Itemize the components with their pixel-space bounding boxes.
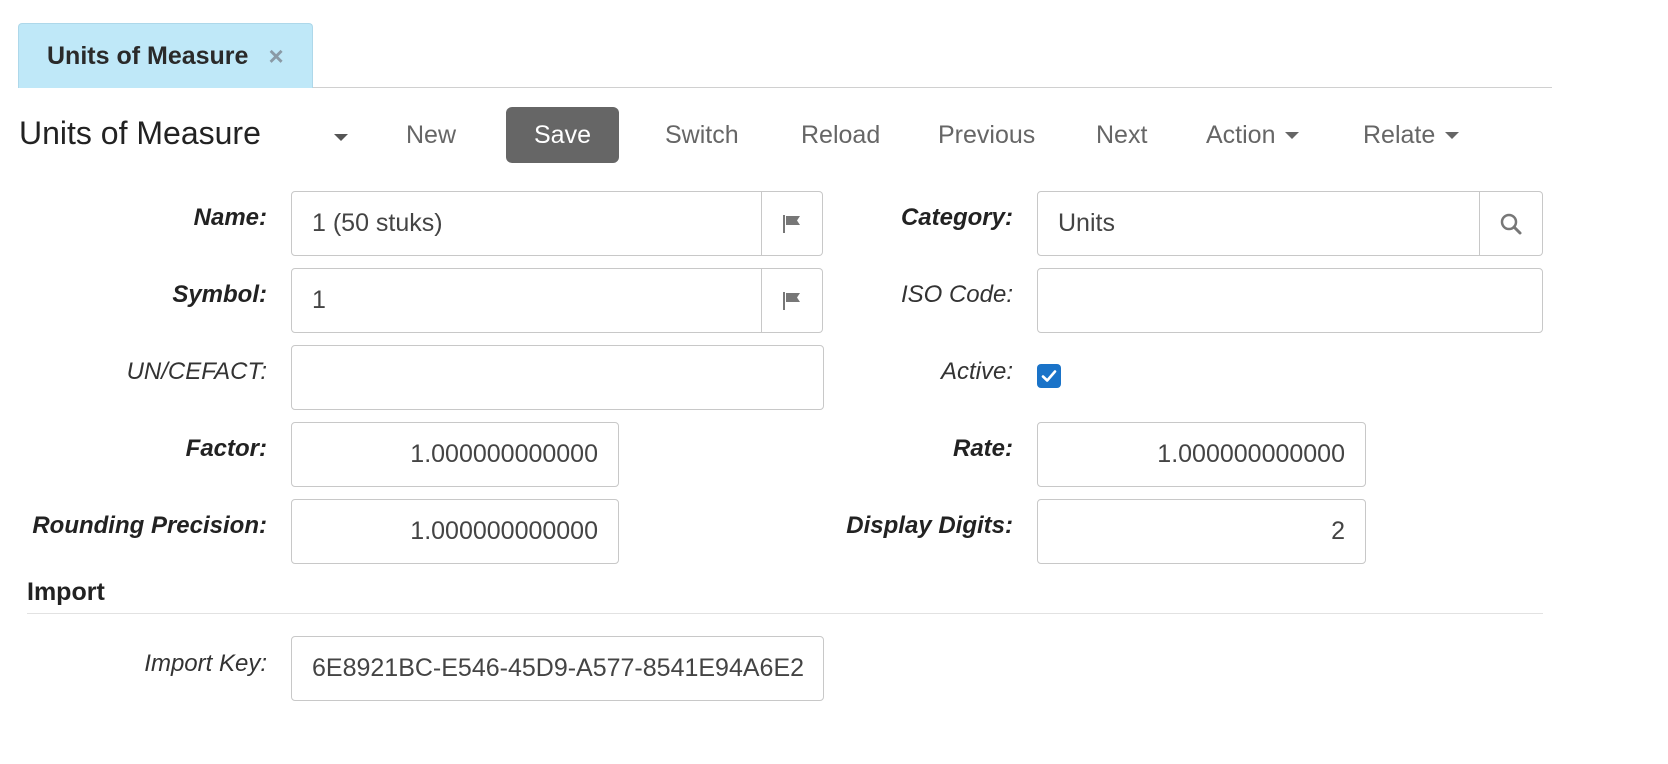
chevron-down-icon [1445, 131, 1460, 139]
active-label: Active: [940, 358, 1013, 385]
rounding-precision-label: Rounding Precision: [32, 512, 267, 539]
category-search-button[interactable] [1480, 191, 1543, 256]
relate-menu-button[interactable]: Relate [1363, 107, 1460, 163]
iso-code-label: ISO Code: [900, 281, 1013, 308]
page-title: Units of Measure [19, 115, 261, 151]
previous-button[interactable]: Previous [938, 107, 1035, 163]
close-icon[interactable]: × [268, 43, 283, 69]
iso-code-field[interactable] [1037, 268, 1543, 333]
category-label: Category: [900, 204, 1013, 231]
name-label: Name: [193, 204, 267, 231]
action-menu-button[interactable]: Action [1206, 107, 1300, 163]
next-button[interactable]: Next [1096, 107, 1147, 163]
import-key-label: Import Key: [144, 650, 267, 677]
reload-button[interactable]: Reload [801, 107, 880, 163]
factor-field[interactable]: 1.000000000000 [291, 422, 619, 487]
category-field[interactable]: Units [1037, 191, 1480, 256]
rounding-precision-field[interactable]: 1.000000000000 [291, 499, 619, 564]
import-key-field[interactable]: 6E8921BC-E546-45D9-A577-8541E94A6E2 [291, 636, 824, 701]
symbol-label: Symbol: [172, 281, 267, 308]
display-digits-field[interactable]: 2 [1037, 499, 1366, 564]
symbol-field[interactable]: 1 [291, 268, 762, 333]
chevron-down-icon [1285, 131, 1300, 139]
tab-bar: Units of Measure × [18, 23, 1552, 88]
chevron-down-icon[interactable] [334, 134, 348, 141]
switch-button[interactable]: Switch [665, 107, 739, 163]
uncefact-field[interactable] [291, 345, 824, 410]
new-button[interactable]: New [406, 107, 456, 163]
action-label: Action [1206, 120, 1276, 149]
import-section-title: Import [27, 578, 105, 606]
rate-label: Rate: [952, 435, 1013, 462]
display-digits-label: Display Digits: [846, 512, 1013, 539]
name-field[interactable]: 1 (50 stuks) [291, 191, 762, 256]
section-divider [27, 613, 1543, 614]
uncefact-label: UN/CEFACT: [126, 358, 267, 385]
search-icon [1500, 213, 1522, 234]
active-checkbox[interactable] [1037, 364, 1061, 388]
relate-label: Relate [1363, 120, 1436, 149]
tab-units-of-measure[interactable]: Units of Measure × [18, 23, 313, 88]
rate-field[interactable]: 1.000000000000 [1037, 422, 1366, 487]
tab-label: Units of Measure [47, 41, 249, 70]
check-icon [1041, 370, 1057, 382]
save-button[interactable]: Save [506, 107, 619, 163]
toolbar: Units of Measure New Save Switch Reload … [0, 105, 1668, 165]
factor-label: Factor: [185, 435, 267, 462]
